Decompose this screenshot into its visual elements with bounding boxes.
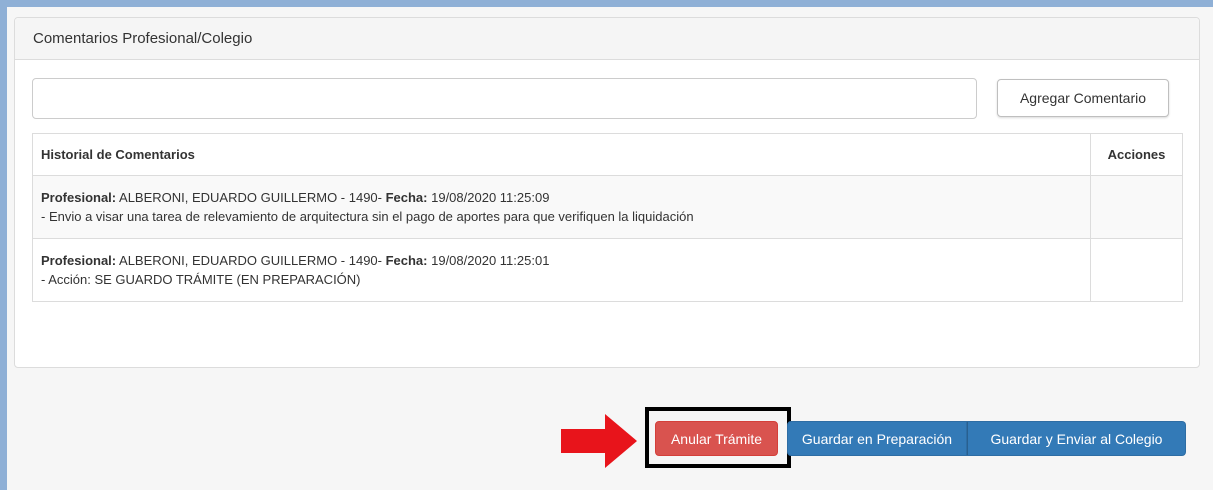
table-row: Profesional: ALBERONI, EDUARDO GUILLERMO… [32, 175, 1183, 239]
profesional-label: Profesional: [41, 253, 117, 268]
history-column-header: Historial de Comentarios [32, 133, 1091, 176]
profesional-label: Profesional: [41, 190, 117, 205]
comment-cell: Profesional: ALBERONI, EDUARDO GUILLERMO… [32, 238, 1091, 302]
fecha-value: 19/08/2020 11:25:01 [427, 253, 550, 268]
profesional-value: ALBERONI, EDUARDO GUILLERMO - 1490- [116, 253, 386, 268]
table-header-row: Historial de Comentarios Acciones [32, 133, 1183, 176]
table-row: Profesional: ALBERONI, EDUARDO GUILLERMO… [32, 238, 1183, 302]
profesional-value: ALBERONI, EDUARDO GUILLERMO - 1490- [116, 190, 386, 205]
fecha-value: 19/08/2020 11:25:09 [427, 190, 550, 205]
comments-history-table: Historial de Comentarios Acciones Profes… [32, 133, 1183, 302]
save-in-preparation-button[interactable]: Guardar en Preparación [787, 421, 967, 456]
fecha-label: Fecha: [385, 190, 428, 205]
comment-input[interactable] [32, 78, 977, 119]
actions-cell [1090, 238, 1183, 302]
comment-cell: Profesional: ALBERONI, EDUARDO GUILLERMO… [32, 175, 1091, 239]
cancel-procedure-button[interactable]: Anular Trámite [655, 421, 778, 456]
comment-text: - Envio a visar una tarea de relevamient… [41, 209, 694, 224]
fecha-label: Fecha: [385, 253, 428, 268]
window-frame-top [0, 0, 1213, 7]
add-comment-button[interactable]: Agregar Comentario [997, 79, 1169, 117]
panel-title: Comentarios Profesional/Colegio [15, 18, 1199, 60]
comments-panel: Comentarios Profesional/Colegio Agregar … [14, 17, 1200, 368]
red-arrow-right-icon [561, 414, 637, 468]
save-and-send-button[interactable]: Guardar y Enviar al Colegio [967, 421, 1186, 456]
comment-text: - Acción: SE GUARDO TRÁMITE (EN PREPARAC… [41, 272, 361, 287]
actions-cell [1090, 175, 1183, 239]
actions-column-header: Acciones [1090, 133, 1183, 176]
window-frame-left [0, 0, 7, 490]
